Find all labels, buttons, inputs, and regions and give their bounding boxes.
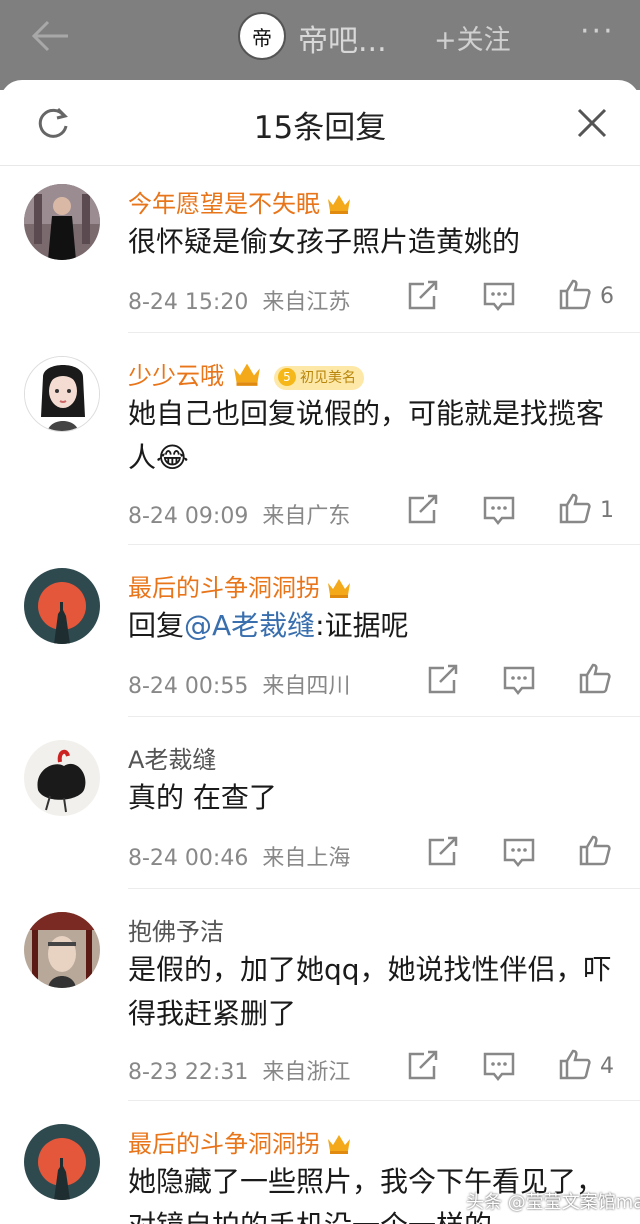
comment-icon[interactable] <box>482 280 516 312</box>
level-badge: 5 初见美名 <box>274 366 364 390</box>
close-icon[interactable] <box>576 107 608 139</box>
comment-icon[interactable] <box>502 836 536 868</box>
forum-logo: 帝 <box>238 12 286 60</box>
like-icon[interactable] <box>558 492 592 524</box>
sheet-header: 15条回复 <box>0 80 640 166</box>
avatar[interactable] <box>24 356 100 432</box>
avatar[interactable] <box>24 912 100 988</box>
divider <box>128 1100 640 1101</box>
avatar[interactable] <box>24 1124 100 1200</box>
like-icon[interactable] <box>578 662 612 694</box>
more-button[interactable]: ··· <box>580 14 615 49</box>
mention-link[interactable]: @A老裁缝 <box>184 609 315 642</box>
divider <box>128 888 640 889</box>
comment-text: 是假的，加了她qq，她说找性伴侣，吓得我赶紧删了 <box>128 953 612 1030</box>
comment-text: 很怀疑是偷女孩子照片造黄姚的 <box>128 225 521 258</box>
follow-button[interactable]: +关注 <box>434 18 511 57</box>
username[interactable]: 抱佛予洁 <box>128 912 224 947</box>
avatar[interactable] <box>24 568 100 644</box>
username[interactable]: 最后的斗争洞洞拐 <box>128 1124 352 1159</box>
username[interactable]: 最后的斗争洞洞拐 <box>128 568 352 603</box>
background-header: 帝 帝吧... +关注 ··· <box>0 0 640 90</box>
username[interactable]: 今年愿望是不失眠 <box>128 184 352 219</box>
like-icon[interactable] <box>558 1048 592 1080</box>
crown-badge-icon <box>328 579 350 598</box>
divider <box>128 544 640 545</box>
comment-meta: 8-23 22:31 来自浙江 <box>128 1060 351 1085</box>
comment-text: 真的 在查了 <box>128 781 277 814</box>
comment-icon[interactable] <box>482 494 516 526</box>
crown-badge-icon <box>328 1135 350 1154</box>
sheet-title: 15条回复 <box>253 110 387 146</box>
divider <box>128 716 640 717</box>
share-icon[interactable] <box>406 1050 440 1082</box>
avatar[interactable] <box>24 184 100 260</box>
watermark: 头条 @莹莹文案馆ma <box>466 1192 640 1213</box>
username[interactable]: 少少云哦 5 初见美名 <box>128 356 364 391</box>
username[interactable]: A老裁缝 <box>128 740 216 775</box>
comment-meta: 8-24 09:09 来自广东 <box>128 504 351 529</box>
comment-text: 她自己也回复说假的，可能就是找揽客人😂 <box>128 397 605 474</box>
forum-title[interactable]: 帝吧... <box>298 16 387 60</box>
comment-icon[interactable] <box>482 1050 516 1082</box>
replies-sheet: 15条回复 今年愿望是不失眠 很怀疑是偷女孩子照片造黄姚的 8-24 15:20… <box>0 80 640 1224</box>
avatar[interactable] <box>24 740 100 816</box>
like-icon[interactable] <box>578 834 612 866</box>
divider <box>128 332 640 333</box>
comment-meta: 8-24 00:46 来自上海 <box>128 846 351 871</box>
like-count: 6 <box>600 284 614 309</box>
comment-meta: 8-24 15:20 来自江苏 <box>128 290 351 315</box>
share-icon[interactable] <box>426 836 460 868</box>
share-icon[interactable] <box>426 664 460 696</box>
like-count: 1 <box>600 498 614 523</box>
like-count: 4 <box>600 1054 614 1079</box>
arrow-left-icon[interactable] <box>30 18 70 54</box>
comment-meta: 8-24 00:55 来自四川 <box>128 674 351 699</box>
comment-text: 回复@A老裁缝:证据呢 <box>128 609 409 642</box>
comment-icon[interactable] <box>502 664 536 696</box>
crown-badge-icon <box>328 195 350 214</box>
share-icon[interactable] <box>406 494 440 526</box>
crown-badge-icon <box>234 363 260 386</box>
share-icon[interactable] <box>406 280 440 312</box>
like-icon[interactable] <box>558 278 592 310</box>
